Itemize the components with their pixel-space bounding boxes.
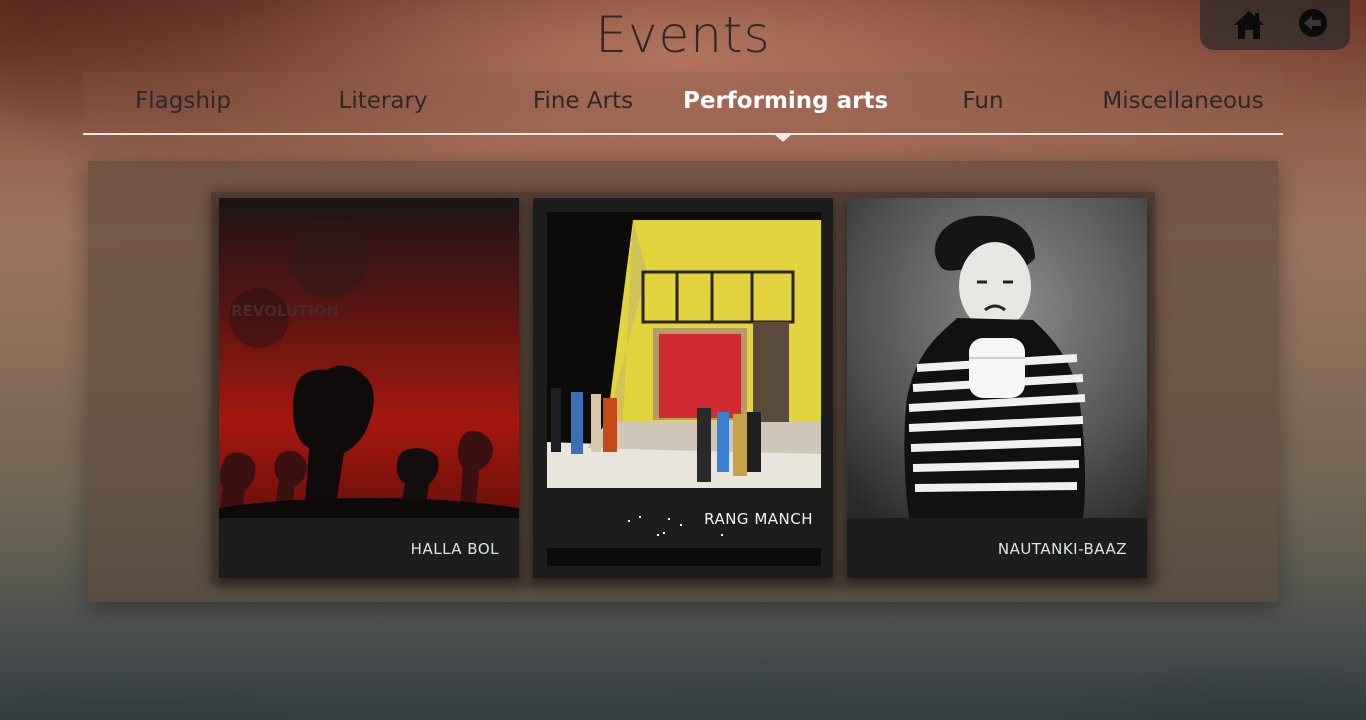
- home-button[interactable]: [1232, 8, 1266, 42]
- nav-button-panel: [1200, 0, 1350, 50]
- card-image-strip: [547, 548, 821, 566]
- tab-flagship[interactable]: Flagship: [83, 88, 283, 114]
- sparkle: [721, 534, 723, 536]
- sparkle: [657, 534, 659, 536]
- tab-fine-arts[interactable]: Fine Arts: [483, 88, 683, 114]
- back-button[interactable]: [1296, 8, 1330, 42]
- tab-fun[interactable]: Fun: [883, 88, 1083, 114]
- card-label-nautanki-baaz: NAUTANKI-BAAZ: [997, 540, 1127, 558]
- raised-fists-poster-image: REVOLUTION: [219, 198, 519, 518]
- sparkle: [628, 520, 630, 522]
- sparkle: [668, 518, 670, 520]
- sparkle: [639, 516, 641, 518]
- active-tab-caret-icon: [774, 134, 792, 142]
- event-card-halla-bol[interactable]: REVOLUTION HALLA BOL: [219, 198, 519, 578]
- arrow-left-circle-icon: [1299, 9, 1327, 37]
- sparkle: [663, 532, 665, 534]
- card-label-halla-bol: HALLA BOL: [410, 540, 499, 558]
- revolution-poster-text: REVOLUTION: [231, 302, 339, 320]
- card-label-rang-manch: RANG MANCH: [704, 510, 813, 528]
- home-icon: [1234, 11, 1264, 39]
- tab-miscellaneous[interactable]: Miscellaneous: [1083, 88, 1283, 114]
- tab-performing-arts[interactable]: Performing arts: [683, 88, 888, 114]
- mime-artist-image: [847, 198, 1147, 518]
- event-card-rang-manch[interactable]: RANG MANCH: [533, 198, 833, 578]
- page-title: Events: [595, 6, 771, 64]
- tab-literary[interactable]: Literary: [283, 88, 483, 114]
- event-card-nautanki-baaz[interactable]: NAUTANKI-BAAZ: [847, 198, 1147, 578]
- stage-play-image: [547, 212, 821, 488]
- tab-underline: [83, 133, 1283, 135]
- sparkle: [680, 524, 682, 526]
